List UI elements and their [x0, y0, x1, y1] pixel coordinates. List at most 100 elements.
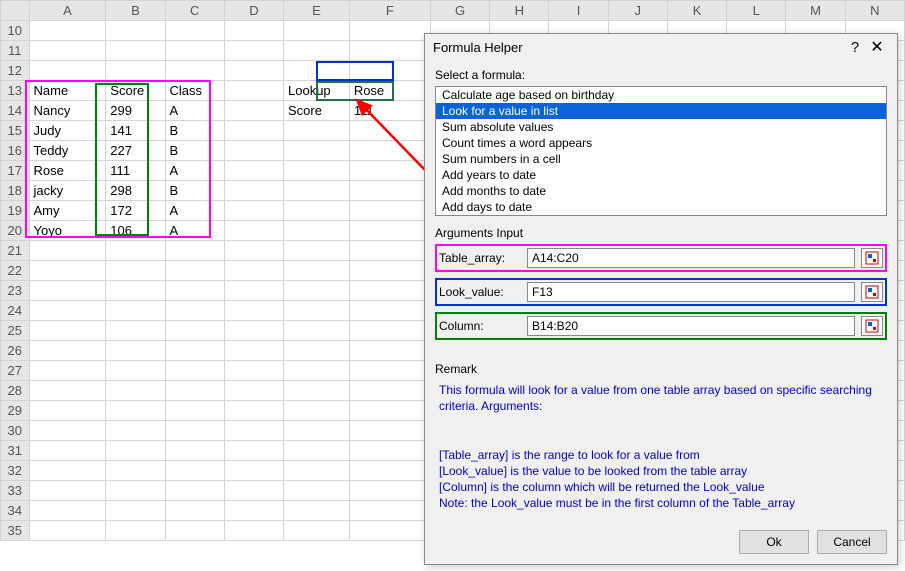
- cell-A35[interactable]: [29, 521, 106, 541]
- cell-A16[interactable]: Teddy: [29, 141, 106, 161]
- cell-A28[interactable]: [29, 381, 106, 401]
- col-header-L[interactable]: L: [727, 1, 786, 21]
- close-button[interactable]: ✕: [865, 37, 889, 57]
- cell-D16[interactable]: [224, 141, 283, 161]
- cell-D22[interactable]: [224, 261, 283, 281]
- cell-B26[interactable]: [106, 341, 165, 361]
- cell-A24[interactable]: [29, 301, 106, 321]
- cell-B13[interactable]: Score: [106, 81, 165, 101]
- cell-E27[interactable]: [284, 361, 350, 381]
- arg-input-1[interactable]: [527, 282, 855, 302]
- col-header-B[interactable]: B: [106, 1, 165, 21]
- cell-A25[interactable]: [29, 321, 106, 341]
- cell-B25[interactable]: [106, 321, 165, 341]
- cell-B14[interactable]: 299: [106, 101, 165, 121]
- cell-E22[interactable]: [284, 261, 350, 281]
- col-header-D[interactable]: D: [224, 1, 283, 21]
- row-header-21[interactable]: 21: [1, 241, 30, 261]
- formula-listbox[interactable]: Calculate age based on birthdayLook for …: [435, 86, 887, 216]
- row-header-19[interactable]: 19: [1, 201, 30, 221]
- cell-D26[interactable]: [224, 341, 283, 361]
- row-header-29[interactable]: 29: [1, 401, 30, 421]
- cell-B22[interactable]: [106, 261, 165, 281]
- cell-D34[interactable]: [224, 501, 283, 521]
- row-header-12[interactable]: 12: [1, 61, 30, 81]
- cell-F12[interactable]: [349, 61, 430, 81]
- cell-A33[interactable]: [29, 481, 106, 501]
- cell-E13[interactable]: Lookup: [284, 81, 350, 101]
- cell-E19[interactable]: [284, 201, 350, 221]
- cell-A30[interactable]: [29, 421, 106, 441]
- cell-D19[interactable]: [224, 201, 283, 221]
- cell-E23[interactable]: [284, 281, 350, 301]
- cell-F11[interactable]: [349, 41, 430, 61]
- cell-A20[interactable]: Yoyo: [29, 221, 106, 241]
- cell-F28[interactable]: [349, 381, 430, 401]
- cell-C15[interactable]: B: [165, 121, 224, 141]
- cell-F20[interactable]: [349, 221, 430, 241]
- cell-A13[interactable]: Name: [29, 81, 106, 101]
- cell-F22[interactable]: [349, 261, 430, 281]
- cell-C34[interactable]: [165, 501, 224, 521]
- col-header-H[interactable]: H: [490, 1, 549, 21]
- cell-A15[interactable]: Judy: [29, 121, 106, 141]
- row-header-30[interactable]: 30: [1, 421, 30, 441]
- cell-F23[interactable]: [349, 281, 430, 301]
- cell-A22[interactable]: [29, 261, 106, 281]
- row-header-25[interactable]: 25: [1, 321, 30, 341]
- help-button[interactable]: ?: [845, 39, 865, 56]
- formula-option[interactable]: Sum absolute values: [436, 119, 886, 135]
- cell-F24[interactable]: [349, 301, 430, 321]
- ok-button[interactable]: Ok: [739, 530, 809, 554]
- formula-option[interactable]: Add hours to date: [436, 215, 886, 216]
- row-header-26[interactable]: 26: [1, 341, 30, 361]
- cell-C13[interactable]: Class: [165, 81, 224, 101]
- cell-F30[interactable]: [349, 421, 430, 441]
- cell-B21[interactable]: [106, 241, 165, 261]
- cell-C20[interactable]: A: [165, 221, 224, 241]
- cell-D35[interactable]: [224, 521, 283, 541]
- cell-C16[interactable]: B: [165, 141, 224, 161]
- cell-E31[interactable]: [284, 441, 350, 461]
- cell-B31[interactable]: [106, 441, 165, 461]
- cell-E18[interactable]: [284, 181, 350, 201]
- cell-F33[interactable]: [349, 481, 430, 501]
- cell-F25[interactable]: [349, 321, 430, 341]
- cell-D15[interactable]: [224, 121, 283, 141]
- cell-B34[interactable]: [106, 501, 165, 521]
- cell-D10[interactable]: [224, 21, 283, 41]
- cell-B23[interactable]: [106, 281, 165, 301]
- row-header-16[interactable]: 16: [1, 141, 30, 161]
- cell-B27[interactable]: [106, 361, 165, 381]
- cell-E16[interactable]: [284, 141, 350, 161]
- cell-A34[interactable]: [29, 501, 106, 521]
- cell-A11[interactable]: [29, 41, 106, 61]
- cell-B19[interactable]: 172: [106, 201, 165, 221]
- row-header-24[interactable]: 24: [1, 301, 30, 321]
- cell-B20[interactable]: 106: [106, 221, 165, 241]
- row-header-15[interactable]: 15: [1, 121, 30, 141]
- cell-C23[interactable]: [165, 281, 224, 301]
- cell-C12[interactable]: [165, 61, 224, 81]
- range-picker-button[interactable]: [861, 248, 883, 268]
- cell-A32[interactable]: [29, 461, 106, 481]
- cell-B33[interactable]: [106, 481, 165, 501]
- cell-F18[interactable]: [349, 181, 430, 201]
- col-header-I[interactable]: I: [549, 1, 608, 21]
- col-header-F[interactable]: F: [349, 1, 430, 21]
- row-header-14[interactable]: 14: [1, 101, 30, 121]
- cell-E10[interactable]: [284, 21, 350, 41]
- formula-option[interactable]: Add days to date: [436, 199, 886, 215]
- cell-C30[interactable]: [165, 421, 224, 441]
- cell-E12[interactable]: [284, 61, 350, 81]
- col-header-M[interactable]: M: [786, 1, 845, 21]
- cell-D20[interactable]: [224, 221, 283, 241]
- cell-E21[interactable]: [284, 241, 350, 261]
- cell-B32[interactable]: [106, 461, 165, 481]
- formula-option[interactable]: Look for a value in list: [436, 103, 886, 119]
- cell-F27[interactable]: [349, 361, 430, 381]
- formula-option[interactable]: Add months to date: [436, 183, 886, 199]
- row-header-33[interactable]: 33: [1, 481, 30, 501]
- cell-A18[interactable]: jacky: [29, 181, 106, 201]
- col-header-E[interactable]: E: [284, 1, 350, 21]
